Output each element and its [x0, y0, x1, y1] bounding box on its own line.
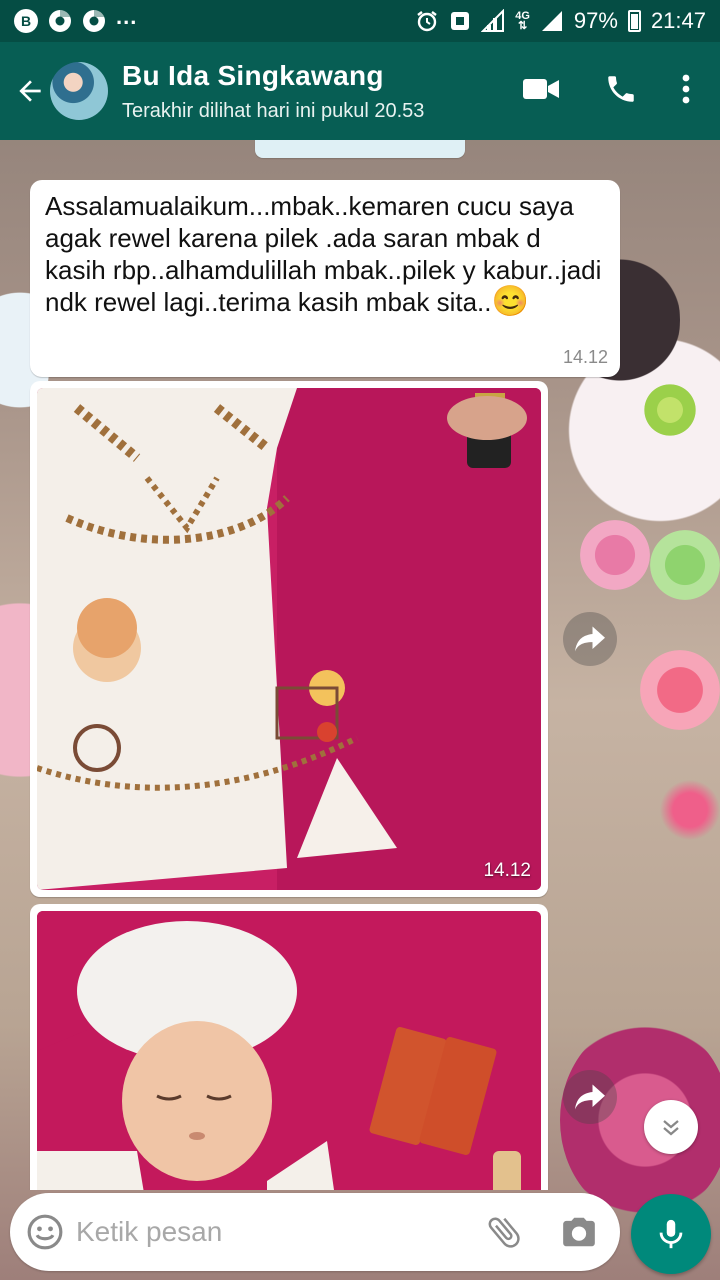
- smile-emoji-icon: 😊: [491, 285, 529, 318]
- share-arrow-icon: [575, 1084, 605, 1110]
- status-bar: B ... 4G ⇅ 97% 21:47: [0, 0, 720, 42]
- b-icon: B: [14, 9, 38, 33]
- video-call-icon[interactable]: [522, 75, 560, 108]
- forward-button[interactable]: [563, 1070, 617, 1124]
- contact-name: Bu Ida Singkawang: [122, 59, 384, 91]
- data-arrows-icon: ⇅: [517, 20, 528, 32]
- message-text: Assalamualaikum...mbak..kemaren cucu say…: [45, 191, 602, 318]
- composer: [0, 1190, 720, 1280]
- message-time: 14.12: [562, 347, 608, 367]
- mic-button[interactable]: [631, 1194, 711, 1274]
- message-input[interactable]: [76, 1216, 484, 1248]
- clock: 21:47: [650, 8, 706, 33]
- image-message[interactable]: [30, 904, 548, 1190]
- contact-info[interactable]: Bu Ida Singkawang Terakhir dilihat hari …: [122, 60, 522, 123]
- message-list[interactable]: Assalamualaikum...mbak..kemaren cucu say…: [0, 140, 720, 1190]
- signal-icon: [481, 9, 505, 33]
- message-bubble[interactable]: Assalamualaikum...mbak..kemaren cucu say…: [30, 180, 620, 377]
- battery-icon: [627, 10, 641, 32]
- image-message[interactable]: 14.12: [30, 381, 548, 897]
- last-seen: Terakhir dilihat hari ini pukul 20.53: [122, 99, 425, 122]
- more-options-icon[interactable]: [682, 74, 690, 109]
- network-type: 4G ⇅: [515, 10, 530, 32]
- signal-icon: [540, 9, 564, 33]
- share-arrow-icon: [575, 626, 605, 652]
- baby-clothes-photo[interactable]: 14.12: [37, 388, 541, 890]
- microphone-icon: [659, 1219, 683, 1249]
- data-saver-icon: [449, 10, 471, 32]
- alarm-icon: [415, 9, 439, 33]
- phone-icon[interactable]: [604, 72, 638, 111]
- paperclip-icon[interactable]: [484, 1212, 524, 1252]
- date-chip: [255, 140, 465, 158]
- scroll-to-bottom-button[interactable]: [644, 1100, 698, 1154]
- sleeping-baby-photo[interactable]: [37, 911, 541, 1190]
- avatar[interactable]: [50, 62, 108, 120]
- notification-overflow: ...: [116, 4, 138, 29]
- chrome-icon: [82, 9, 106, 33]
- camera-icon[interactable]: [560, 1213, 598, 1251]
- chat-header: Bu Ida Singkawang Terakhir dilihat hari …: [0, 42, 720, 140]
- double-chevron-down-icon: [663, 1120, 679, 1136]
- arrow-left-icon: [19, 80, 41, 102]
- forward-button[interactable]: [563, 612, 617, 666]
- emoji-icon[interactable]: [26, 1213, 64, 1251]
- back-button[interactable]: [6, 61, 54, 121]
- message-time: 14.12: [483, 860, 531, 881]
- message-input-container[interactable]: [10, 1193, 620, 1271]
- chrome-icon: [48, 9, 72, 33]
- battery-percent: 97%: [573, 8, 618, 33]
